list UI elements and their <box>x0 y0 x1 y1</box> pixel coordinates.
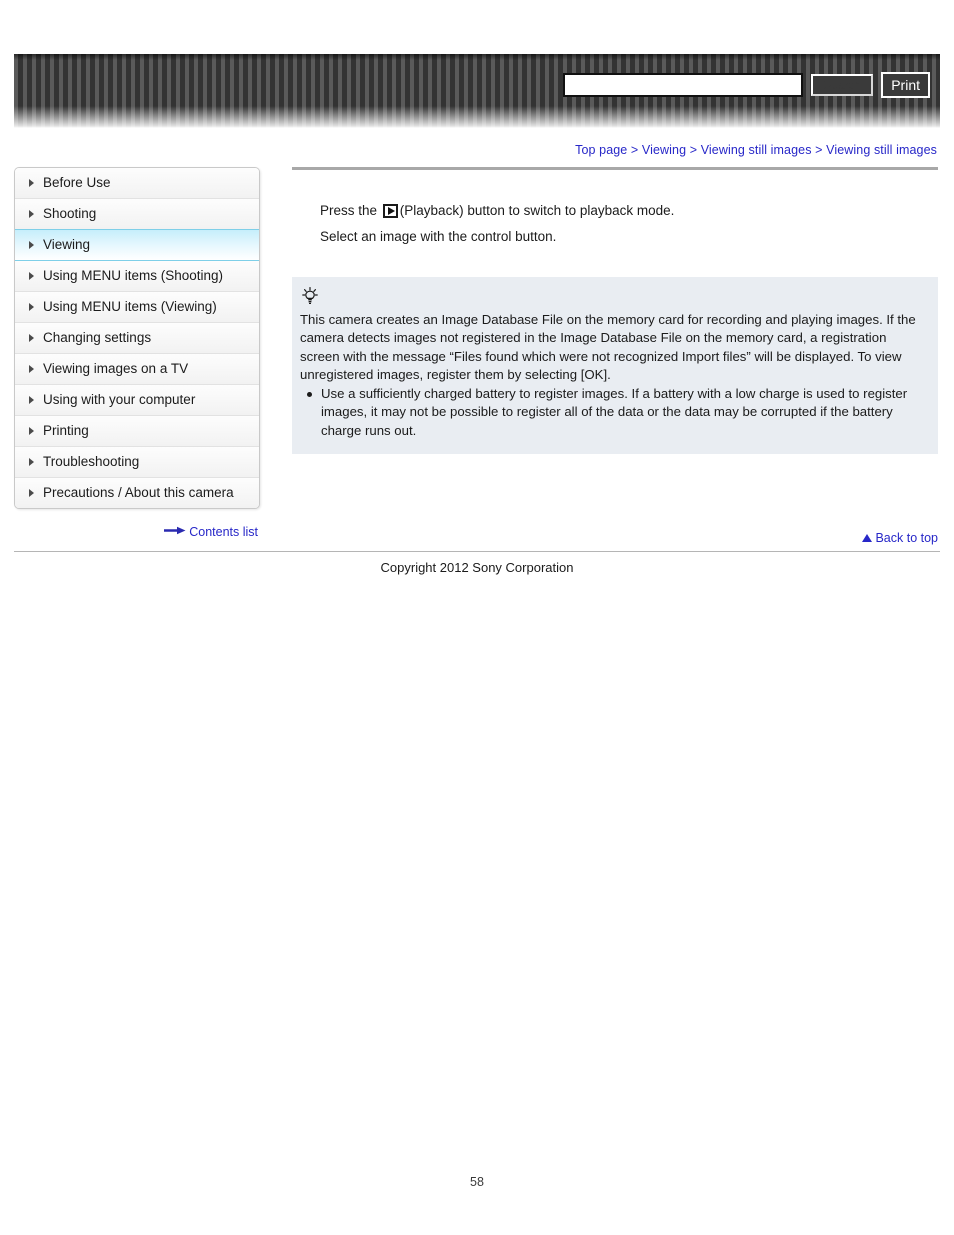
sidebar-item-label: Printing <box>43 423 89 438</box>
main-content: Press the (Playback) button to switch to… <box>292 167 938 454</box>
breadcrumb: Top page > Viewing > Viewing still image… <box>575 143 937 157</box>
sidebar-item-shooting[interactable]: Shooting <box>15 199 259 230</box>
breadcrumb-item-current[interactable]: Viewing still images <box>826 143 937 157</box>
copyright-text: Copyright 2012 Sony Corporation <box>380 560 574 575</box>
sidebar-item-viewing-images-on-a-tv[interactable]: Viewing images on a TV <box>15 354 259 385</box>
triangle-bullet-icon <box>29 210 34 218</box>
content-divider <box>292 167 938 170</box>
tip-bullet-item: Use a sufficiently charged battery to re… <box>300 385 926 441</box>
breadcrumb-separator: > <box>815 143 823 157</box>
instruction-playback-prefix: Press the <box>320 203 378 218</box>
page-number: 58 <box>470 1175 484 1189</box>
triangle-bullet-icon <box>29 179 34 187</box>
triangle-bullet-icon <box>29 427 34 435</box>
sidebar-item-using-menu-items-shooting[interactable]: Using MENU items (Shooting) <box>15 261 259 292</box>
triangle-bullet-icon <box>29 365 34 373</box>
triangle-bullet-icon <box>29 303 34 311</box>
breadcrumb-separator: > <box>689 143 698 157</box>
sidebar-item-label: Changing settings <box>43 330 152 345</box>
triangle-bullet-icon <box>29 241 34 249</box>
sidebar-item-label: Shooting <box>43 206 97 221</box>
sidebar-item-label: Using MENU items (Shooting) <box>43 268 224 283</box>
triangle-bullet-icon <box>29 458 34 466</box>
playback-button-icon <box>382 204 398 218</box>
print-button[interactable]: Print <box>881 72 930 98</box>
sidebar-item-label: Viewing <box>43 237 91 252</box>
header-controls: Search Print <box>563 72 930 98</box>
triangle-bullet-icon <box>29 334 34 342</box>
triangle-bullet-icon <box>29 272 34 280</box>
arrow-right-icon <box>164 524 186 538</box>
sidebar-nav: Before Use Shooting Viewing Using MENU i… <box>14 167 260 509</box>
back-to-top-wrap: Back to top <box>292 531 938 545</box>
back-to-top-link[interactable]: Back to top <box>875 531 938 545</box>
sidebar-item-label: Before Use <box>43 175 111 190</box>
sidebar-item-using-menu-items-viewing[interactable]: Using MENU items (Viewing) <box>15 292 259 323</box>
sidebar-item-printing[interactable]: Printing <box>15 416 259 447</box>
breadcrumb-item-viewing[interactable]: Viewing <box>642 143 686 157</box>
sidebar-item-label: Troubleshooting <box>43 454 140 469</box>
triangle-bullet-icon <box>29 489 34 497</box>
instruction-playback-suffix: (Playback) button to switch to playback … <box>399 203 675 218</box>
breadcrumb-item-top-page[interactable]: Top page <box>575 143 627 157</box>
sidebar-item-label: Precautions / About this camera <box>43 485 234 500</box>
sidebar-item-label: Viewing images on a TV <box>43 361 189 376</box>
breadcrumb-separator: > <box>630 143 639 157</box>
instruction-playback: Press the (Playback) button to switch to… <box>320 198 938 223</box>
tip-bullet-list: Use a sufficiently charged battery to re… <box>300 385 926 441</box>
search-input[interactable] <box>563 73 804 97</box>
sidebar-item-changing-settings[interactable]: Changing settings <box>15 323 259 354</box>
sidebar-item-viewing[interactable]: Viewing <box>15 229 259 261</box>
contents-list-link-wrap: Contents list <box>14 524 258 539</box>
search-button[interactable]: Search <box>811 74 874 96</box>
header-banner: Search Print <box>14 54 940 128</box>
instruction-select-image: Select an image with the control button. <box>320 229 557 244</box>
instructions-block: Press the (Playback) button to switch to… <box>292 198 938 249</box>
sidebar-item-label: Using with your computer <box>43 392 196 407</box>
tip-paragraph: This camera creates an Image Database Fi… <box>300 311 916 383</box>
lightbulb-icon <box>302 287 926 310</box>
sidebar-item-label: Using MENU items (Viewing) <box>43 299 217 314</box>
sidebar-item-before-use[interactable]: Before Use <box>15 168 259 199</box>
triangle-bullet-icon <box>29 396 34 404</box>
breadcrumb-item-viewing-still-images[interactable]: Viewing still images <box>701 143 812 157</box>
tip-box: This camera creates an Image Database Fi… <box>292 277 938 454</box>
sidebar-item-using-with-your-computer[interactable]: Using with your computer <box>15 385 259 416</box>
contents-list-link[interactable]: Contents list <box>189 525 258 539</box>
triangle-up-icon <box>862 534 873 542</box>
sidebar-item-troubleshooting[interactable]: Troubleshooting <box>15 447 259 478</box>
sidebar-item-precautions-about-this-camera[interactable]: Precautions / About this camera <box>15 478 259 508</box>
